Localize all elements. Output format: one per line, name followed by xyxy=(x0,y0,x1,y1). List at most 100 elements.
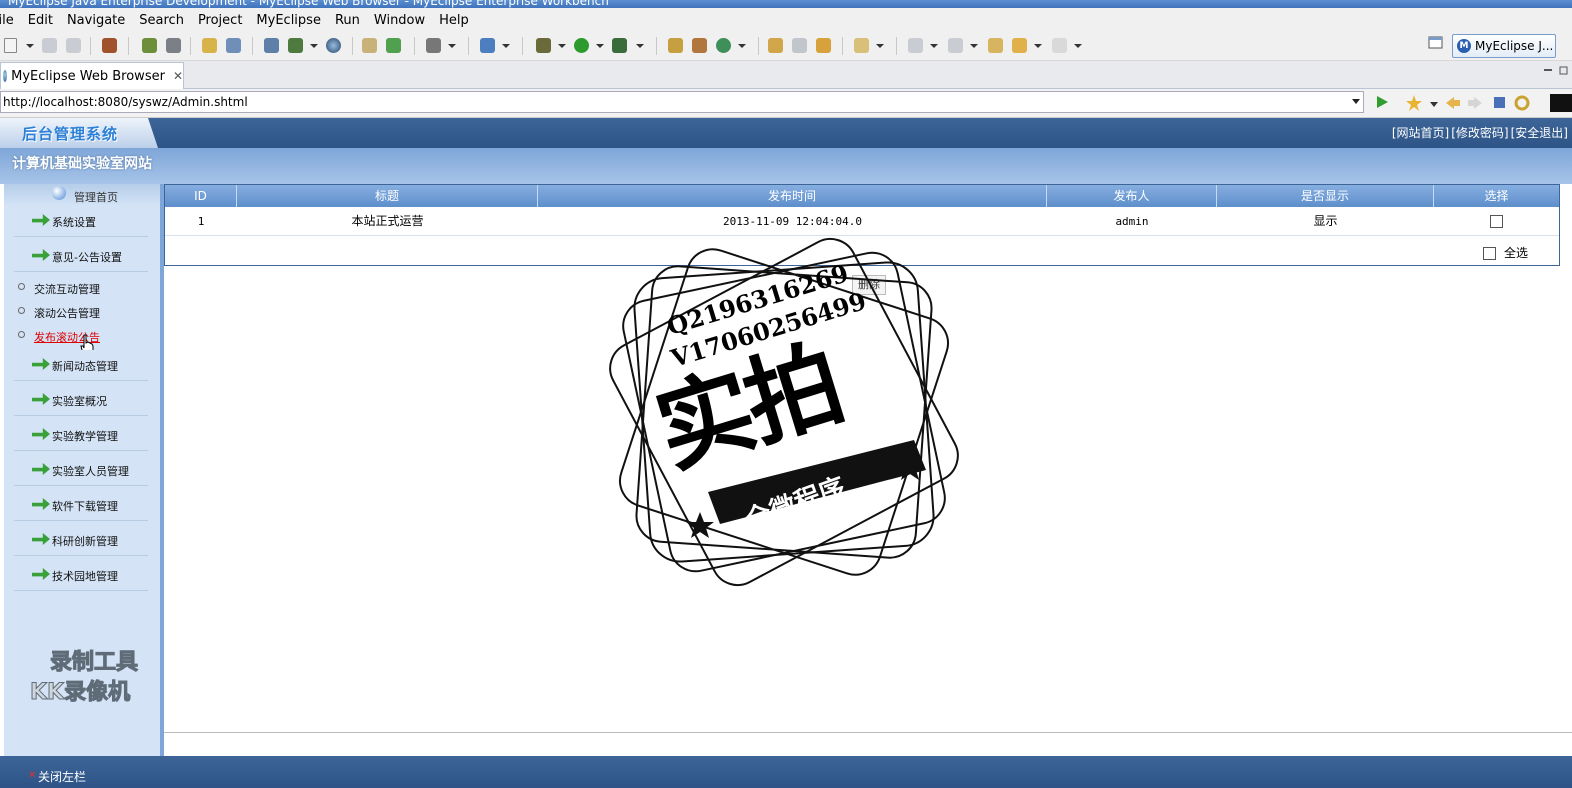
external-tools-icon[interactable] xyxy=(612,38,627,53)
deploy-icon[interactable] xyxy=(264,38,279,53)
site-subtitle: 计算机基础实验室网站 xyxy=(12,156,152,172)
sidebar-subitem-publish-notice[interactable]: 发布滚动公告 xyxy=(18,327,138,347)
browser-stop-icon[interactable] xyxy=(1494,97,1505,108)
folder-up-icon[interactable] xyxy=(362,38,377,53)
sidebar-item-tech-garden[interactable]: 技术园地管理 xyxy=(14,560,148,591)
save-icon[interactable] xyxy=(42,38,57,53)
refresh-icon[interactable] xyxy=(716,38,731,53)
sidebar-subitem-interaction[interactable]: 交流互动管理 xyxy=(18,279,138,299)
menu-edit[interactable]: Edit xyxy=(28,13,53,28)
prev-annotation-icon[interactable] xyxy=(948,38,963,53)
perspective-myeclipse-button[interactable]: M MyEclipse J... xyxy=(1452,34,1556,58)
open-task-icon[interactable] xyxy=(692,38,707,53)
menu-file[interactable]: File xyxy=(0,13,14,28)
open-type-icon[interactable] xyxy=(668,38,683,53)
green-arrow-icon xyxy=(32,568,50,580)
add-icon[interactable] xyxy=(386,38,401,53)
sidebar-item-downloads[interactable]: 软件下载管理 xyxy=(14,490,148,521)
back-dropdown-icon[interactable] xyxy=(1034,44,1042,48)
browser-forward-icon[interactable] xyxy=(1468,97,1482,109)
tab-myeclipse-web-browser[interactable]: MyEclipse Web Browser ✕ xyxy=(0,62,184,89)
url-history-dropdown-icon[interactable] xyxy=(1352,99,1360,104)
cell-title[interactable]: 本站正式运营 xyxy=(237,208,538,235)
green-arrow-icon xyxy=(32,214,50,226)
browser-extra-icon[interactable] xyxy=(1550,94,1572,112)
link-change-password[interactable]: [修改密码] xyxy=(1451,126,1508,140)
run-server-dropdown-icon[interactable] xyxy=(310,44,318,48)
server-icon[interactable] xyxy=(166,38,181,53)
link-site-home[interactable]: [网站首页] xyxy=(1392,126,1449,140)
external-tools-dropdown-icon[interactable] xyxy=(636,44,644,48)
refresh-dropdown-icon[interactable] xyxy=(738,44,746,48)
minimize-maximize-icon[interactable] xyxy=(1544,66,1568,76)
sidebar-item-label: 实验室人员管理 xyxy=(52,465,129,478)
row-checkbox[interactable] xyxy=(1490,215,1503,228)
new-class-icon[interactable] xyxy=(480,38,495,53)
run-server-icon[interactable] xyxy=(288,38,303,53)
debug-dropdown-icon[interactable] xyxy=(558,44,566,48)
sidebar-item-notice-settings[interactable]: 意见-公告设置 xyxy=(14,241,148,272)
sidebar-home[interactable]: 管理首页 xyxy=(4,184,160,206)
package-icon[interactable] xyxy=(102,38,117,53)
browser-back-icon[interactable] xyxy=(1446,97,1460,109)
prev-annotation-dropdown-icon[interactable] xyxy=(970,44,978,48)
package-explorer-icon[interactable] xyxy=(816,38,831,53)
last-edit-icon[interactable] xyxy=(988,38,1003,53)
open-perspective-icon[interactable] xyxy=(1428,36,1448,54)
pin-icon[interactable] xyxy=(792,38,807,53)
select-all-checkbox[interactable] xyxy=(1483,247,1496,260)
forward-dropdown-icon[interactable] xyxy=(1074,44,1082,48)
menu-search[interactable]: Search xyxy=(139,13,184,28)
close-tab-icon[interactable]: ✕ xyxy=(173,69,183,83)
menu-myeclipse[interactable]: MyEclipse xyxy=(256,13,321,28)
run-dropdown-icon[interactable] xyxy=(596,44,604,48)
menu-help[interactable]: Help xyxy=(439,13,469,28)
menu-navigate[interactable]: Navigate xyxy=(67,13,125,28)
favorites-dropdown-icon[interactable] xyxy=(1430,102,1438,107)
next-annotation-dropdown-icon[interactable] xyxy=(930,44,938,48)
debug-icon[interactable] xyxy=(536,38,551,53)
bug-icon[interactable] xyxy=(142,38,157,53)
home-globe-icon xyxy=(52,186,66,200)
open-project-dropdown-icon[interactable] xyxy=(876,44,884,48)
select-all[interactable]: 全选 xyxy=(1483,244,1528,261)
green-arrow-icon xyxy=(32,498,50,510)
sidebar-item-lab-overview[interactable]: 实验室概况 xyxy=(14,385,148,416)
sidebar-item-news[interactable]: 新闻动态管理 xyxy=(14,350,148,381)
sidebar-subitem-label: 交流互动管理 xyxy=(34,283,100,296)
new-icon[interactable] xyxy=(4,38,17,53)
new-dropdown-icon[interactable] xyxy=(26,44,34,48)
forward-icon[interactable] xyxy=(1052,38,1067,53)
camera-dropdown-icon[interactable] xyxy=(448,44,456,48)
green-arrow-icon xyxy=(32,393,50,405)
sidebar-item-staff[interactable]: 实验室人员管理 xyxy=(14,455,148,486)
link-logout[interactable]: [安全退出] xyxy=(1511,126,1568,140)
sidebar-item-teaching[interactable]: 实验教学管理 xyxy=(14,420,148,451)
open-folder-icon[interactable] xyxy=(768,38,783,53)
print-icon[interactable] xyxy=(66,38,81,53)
camera-icon[interactable] xyxy=(426,38,441,53)
browser-refresh-icon[interactable] xyxy=(1514,95,1530,111)
new-class-dropdown-icon[interactable] xyxy=(502,44,510,48)
next-annotation-icon[interactable] xyxy=(908,38,923,53)
back-icon[interactable] xyxy=(1012,38,1027,53)
browser-globe-icon[interactable] xyxy=(326,38,341,53)
site-logo-text: 后台管理系统 xyxy=(22,125,119,143)
sidebar-item-system-settings[interactable]: 系统设置 xyxy=(14,206,148,237)
search-web-icon[interactable] xyxy=(226,38,241,53)
menu-window[interactable]: Window xyxy=(374,13,425,28)
menu-run[interactable]: Run xyxy=(335,13,360,28)
menu-project[interactable]: Project xyxy=(198,13,242,28)
open-project-icon[interactable] xyxy=(854,38,869,53)
run-icon[interactable] xyxy=(574,38,589,53)
col-header-author: 发布人 xyxy=(1047,185,1217,207)
close-sidebar-icon[interactable]: ✕ xyxy=(28,770,36,781)
sidebar-item-research[interactable]: 科研创新管理 xyxy=(14,525,148,556)
sidebar-subitem-scroll-notice[interactable]: 滚动公告管理 xyxy=(18,303,138,323)
favorites-icon[interactable] xyxy=(1406,95,1422,111)
wizard-icon[interactable] xyxy=(202,38,217,53)
sidebar-divider[interactable] xyxy=(160,184,164,756)
url-input[interactable] xyxy=(0,91,1364,113)
close-sidebar-link[interactable]: 关闭左栏 xyxy=(38,768,86,785)
go-icon[interactable] xyxy=(1377,96,1388,108)
